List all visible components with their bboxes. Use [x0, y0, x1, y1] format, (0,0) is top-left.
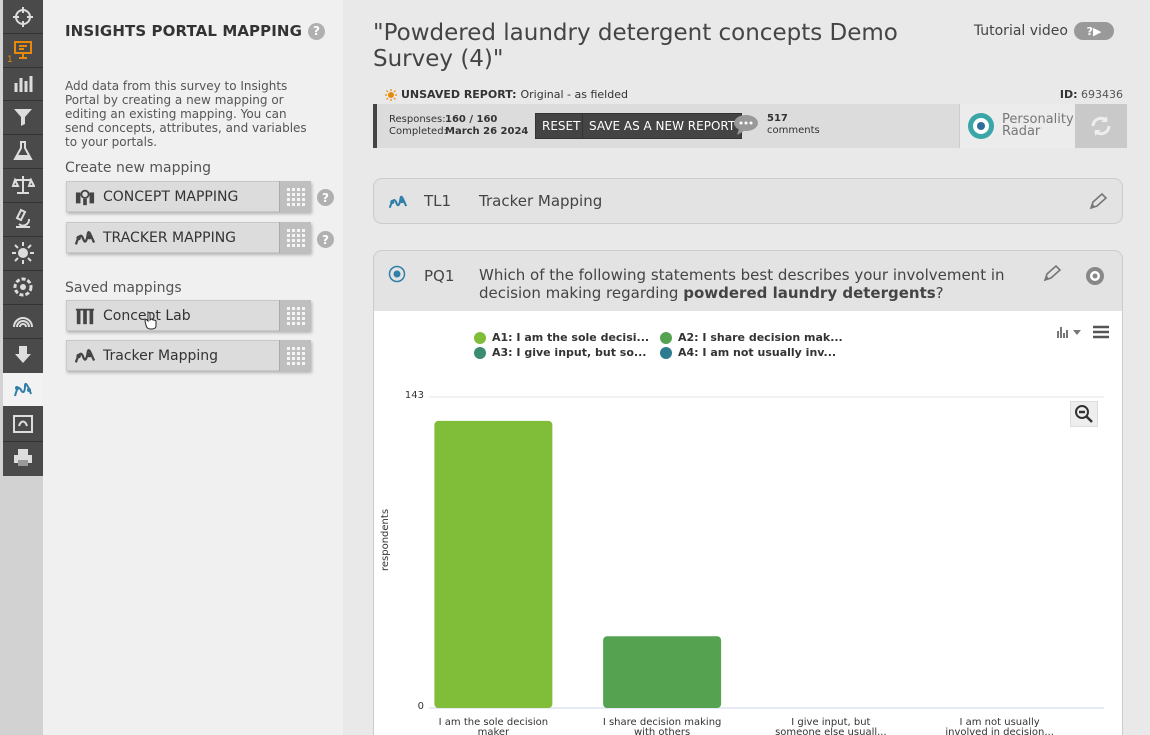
- saved-mappings-label: Saved mappings: [65, 280, 182, 296]
- unsaved-report-status: UNSAVED REPORT: Original - as fielded: [385, 88, 628, 101]
- report-id: ID: 693436: [1060, 88, 1123, 101]
- icon-rail: 1: [0, 0, 43, 735]
- x-tick-label: I give input, but someone else usuall...: [766, 718, 896, 735]
- saved-mapping-tracker[interactable]: Tracker Mapping: [66, 340, 311, 371]
- sun-icon[interactable]: [3, 236, 43, 269]
- tl1-name: Tracker Mapping: [479, 192, 603, 210]
- reset-button[interactable]: RESET: [535, 113, 588, 139]
- pq1-header[interactable]: PQ1 Which of the following statements be…: [374, 251, 1122, 311]
- saved-mapping-concept-lab[interactable]: Concept Lab: [66, 300, 311, 331]
- personality-radar-button[interactable]: Personality Radar: [959, 104, 1075, 148]
- panel-description: Add data from this survey to Insights Po…: [65, 79, 307, 149]
- response-stats: Responses:160 / 160 Completed:March 26 2…: [389, 114, 528, 138]
- concept-mapping-label: CONCEPT MAPPING: [103, 188, 239, 205]
- gear-icon[interactable]: [3, 270, 43, 303]
- unsaved-label: UNSAVED REPORT:: [401, 88, 517, 101]
- concept-mapping-icon: [67, 187, 103, 207]
- personality-radar-line2: Radar: [1002, 124, 1041, 139]
- print-icon[interactable]: [3, 441, 43, 474]
- rail-badge: 1: [7, 55, 13, 65]
- tracker-saved-grid-icon[interactable]: [279, 340, 311, 371]
- tracker-mapping-label: TRACKER MAPPING: [103, 229, 237, 246]
- tracker-mapping-saved-icon: [67, 346, 103, 366]
- help-icon[interactable]: ?: [308, 22, 325, 40]
- radar-icon[interactable]: [3, 304, 43, 337]
- filter-icon[interactable]: [3, 100, 43, 133]
- concept-mapping-grid-icon[interactable]: [279, 181, 311, 212]
- bar-2[interactable]: [603, 636, 722, 708]
- tracker-mapping-button[interactable]: TRACKER MAPPING: [66, 222, 311, 253]
- personality-radar-logo-icon: [968, 113, 994, 139]
- tracker-mapping-icon: [67, 228, 103, 248]
- id-value: 693436: [1081, 88, 1123, 101]
- refresh-button[interactable]: [1075, 104, 1127, 148]
- save-as-new-report-button[interactable]: SAVE AS A NEW REPORT: [582, 113, 743, 139]
- bar-1[interactable]: [434, 420, 553, 708]
- flask-icon[interactable]: [3, 134, 43, 167]
- tutorial-video-link[interactable]: Tutorial video ?▶: [974, 22, 1114, 40]
- bar-chart-icon[interactable]: [3, 67, 43, 100]
- tracker-mapping-icon: [388, 195, 408, 209]
- panel-title: INSIGHTS PORTAL MAPPING ?: [65, 22, 325, 40]
- refresh-icon: [1091, 116, 1111, 136]
- report-toolbar: Responses:160 / 160 Completed:March 26 2…: [373, 104, 1127, 148]
- tracker-help-icon[interactable]: ?: [317, 231, 334, 248]
- comments-link[interactable]: 517 comments: [733, 113, 820, 137]
- concept-help-icon[interactable]: ?: [317, 189, 334, 206]
- concept-icon[interactable]: [3, 407, 43, 440]
- pq1-question: Which of the following statements best d…: [479, 266, 1009, 302]
- pencil-icon[interactable]: [1088, 193, 1108, 211]
- y-axis-label: respondents: [380, 508, 391, 571]
- crosshair-icon[interactable]: [3, 0, 43, 33]
- mapping-panel: INSIGHTS PORTAL MAPPING ? Add data from …: [43, 0, 343, 735]
- presentation-icon[interactable]: 1: [3, 33, 43, 66]
- pq1-question-end: ?: [935, 284, 944, 302]
- x-tick-label-line: with others: [634, 727, 691, 735]
- tracker-mapping-grid-icon[interactable]: [279, 222, 311, 253]
- id-label: ID:: [1059, 88, 1078, 101]
- responses-label: Responses:: [389, 114, 446, 125]
- x-tick-label-line: maker: [477, 727, 510, 735]
- tl1-card[interactable]: TL1 Tracker Mapping: [373, 178, 1123, 224]
- create-mapping-label: Create new mapping: [65, 160, 211, 176]
- concept-mapping-button[interactable]: CONCEPT MAPPING: [66, 181, 311, 212]
- sun-status-icon: [385, 88, 397, 101]
- responses-value: 160 / 160: [445, 114, 498, 125]
- comments-icon: [734, 115, 758, 135]
- pq1-question-bold: powdered laundry detergents: [683, 284, 936, 302]
- concept-lab-icon: [67, 306, 103, 326]
- x-tick-label: I am the sole decision maker: [428, 718, 558, 735]
- microscope-icon[interactable]: [3, 202, 43, 235]
- unsaved-value: Original - as fielded: [520, 88, 628, 101]
- comments-count: 517: [767, 113, 788, 124]
- pq1-card: PQ1 Which of the following statements be…: [373, 250, 1123, 735]
- comments-label: comments: [767, 125, 820, 136]
- target-settings-icon[interactable]: [1084, 265, 1106, 287]
- panel-title-text: INSIGHTS PORTAL MAPPING: [65, 22, 302, 40]
- main-report: "Powdered laundry detergent concepts Dem…: [343, 0, 1150, 735]
- download-icon[interactable]: [3, 338, 43, 371]
- pq1-code: PQ1: [424, 267, 455, 285]
- mapping-icon[interactable]: [3, 373, 43, 406]
- concept-lab-grid-icon[interactable]: [279, 300, 311, 331]
- completed-value: March 26 2024: [445, 126, 529, 137]
- report-title: "Powdered laundry detergent concepts Dem…: [373, 20, 898, 72]
- chart-area: A1: I am the sole decisi... A2: I share …: [374, 311, 1122, 735]
- bar-chart-plot: [429, 396, 1104, 709]
- tutorial-video-label: Tutorial video: [973, 23, 1068, 39]
- pencil-icon[interactable]: [1042, 265, 1062, 283]
- hand-cursor-icon: [144, 311, 157, 330]
- scale-icon[interactable]: [3, 168, 43, 201]
- y-tick-label: 143: [404, 390, 424, 401]
- y-tick-label: 0: [417, 701, 424, 712]
- x-tick-label-line: someone else usuall...: [775, 727, 887, 735]
- completed-label: Completed:: [389, 126, 447, 137]
- tracker-mapping-saved-label: Tracker Mapping: [103, 347, 219, 364]
- tl1-code: TL1: [424, 192, 452, 210]
- radio-question-icon: [388, 265, 406, 283]
- x-tick-label: I am not usually involved in decision...: [935, 718, 1065, 735]
- x-tick-label: I share decision making with others: [597, 718, 727, 735]
- video-icon: ?▶: [1074, 22, 1114, 40]
- x-tick-label-line: involved in decision...: [945, 727, 1054, 735]
